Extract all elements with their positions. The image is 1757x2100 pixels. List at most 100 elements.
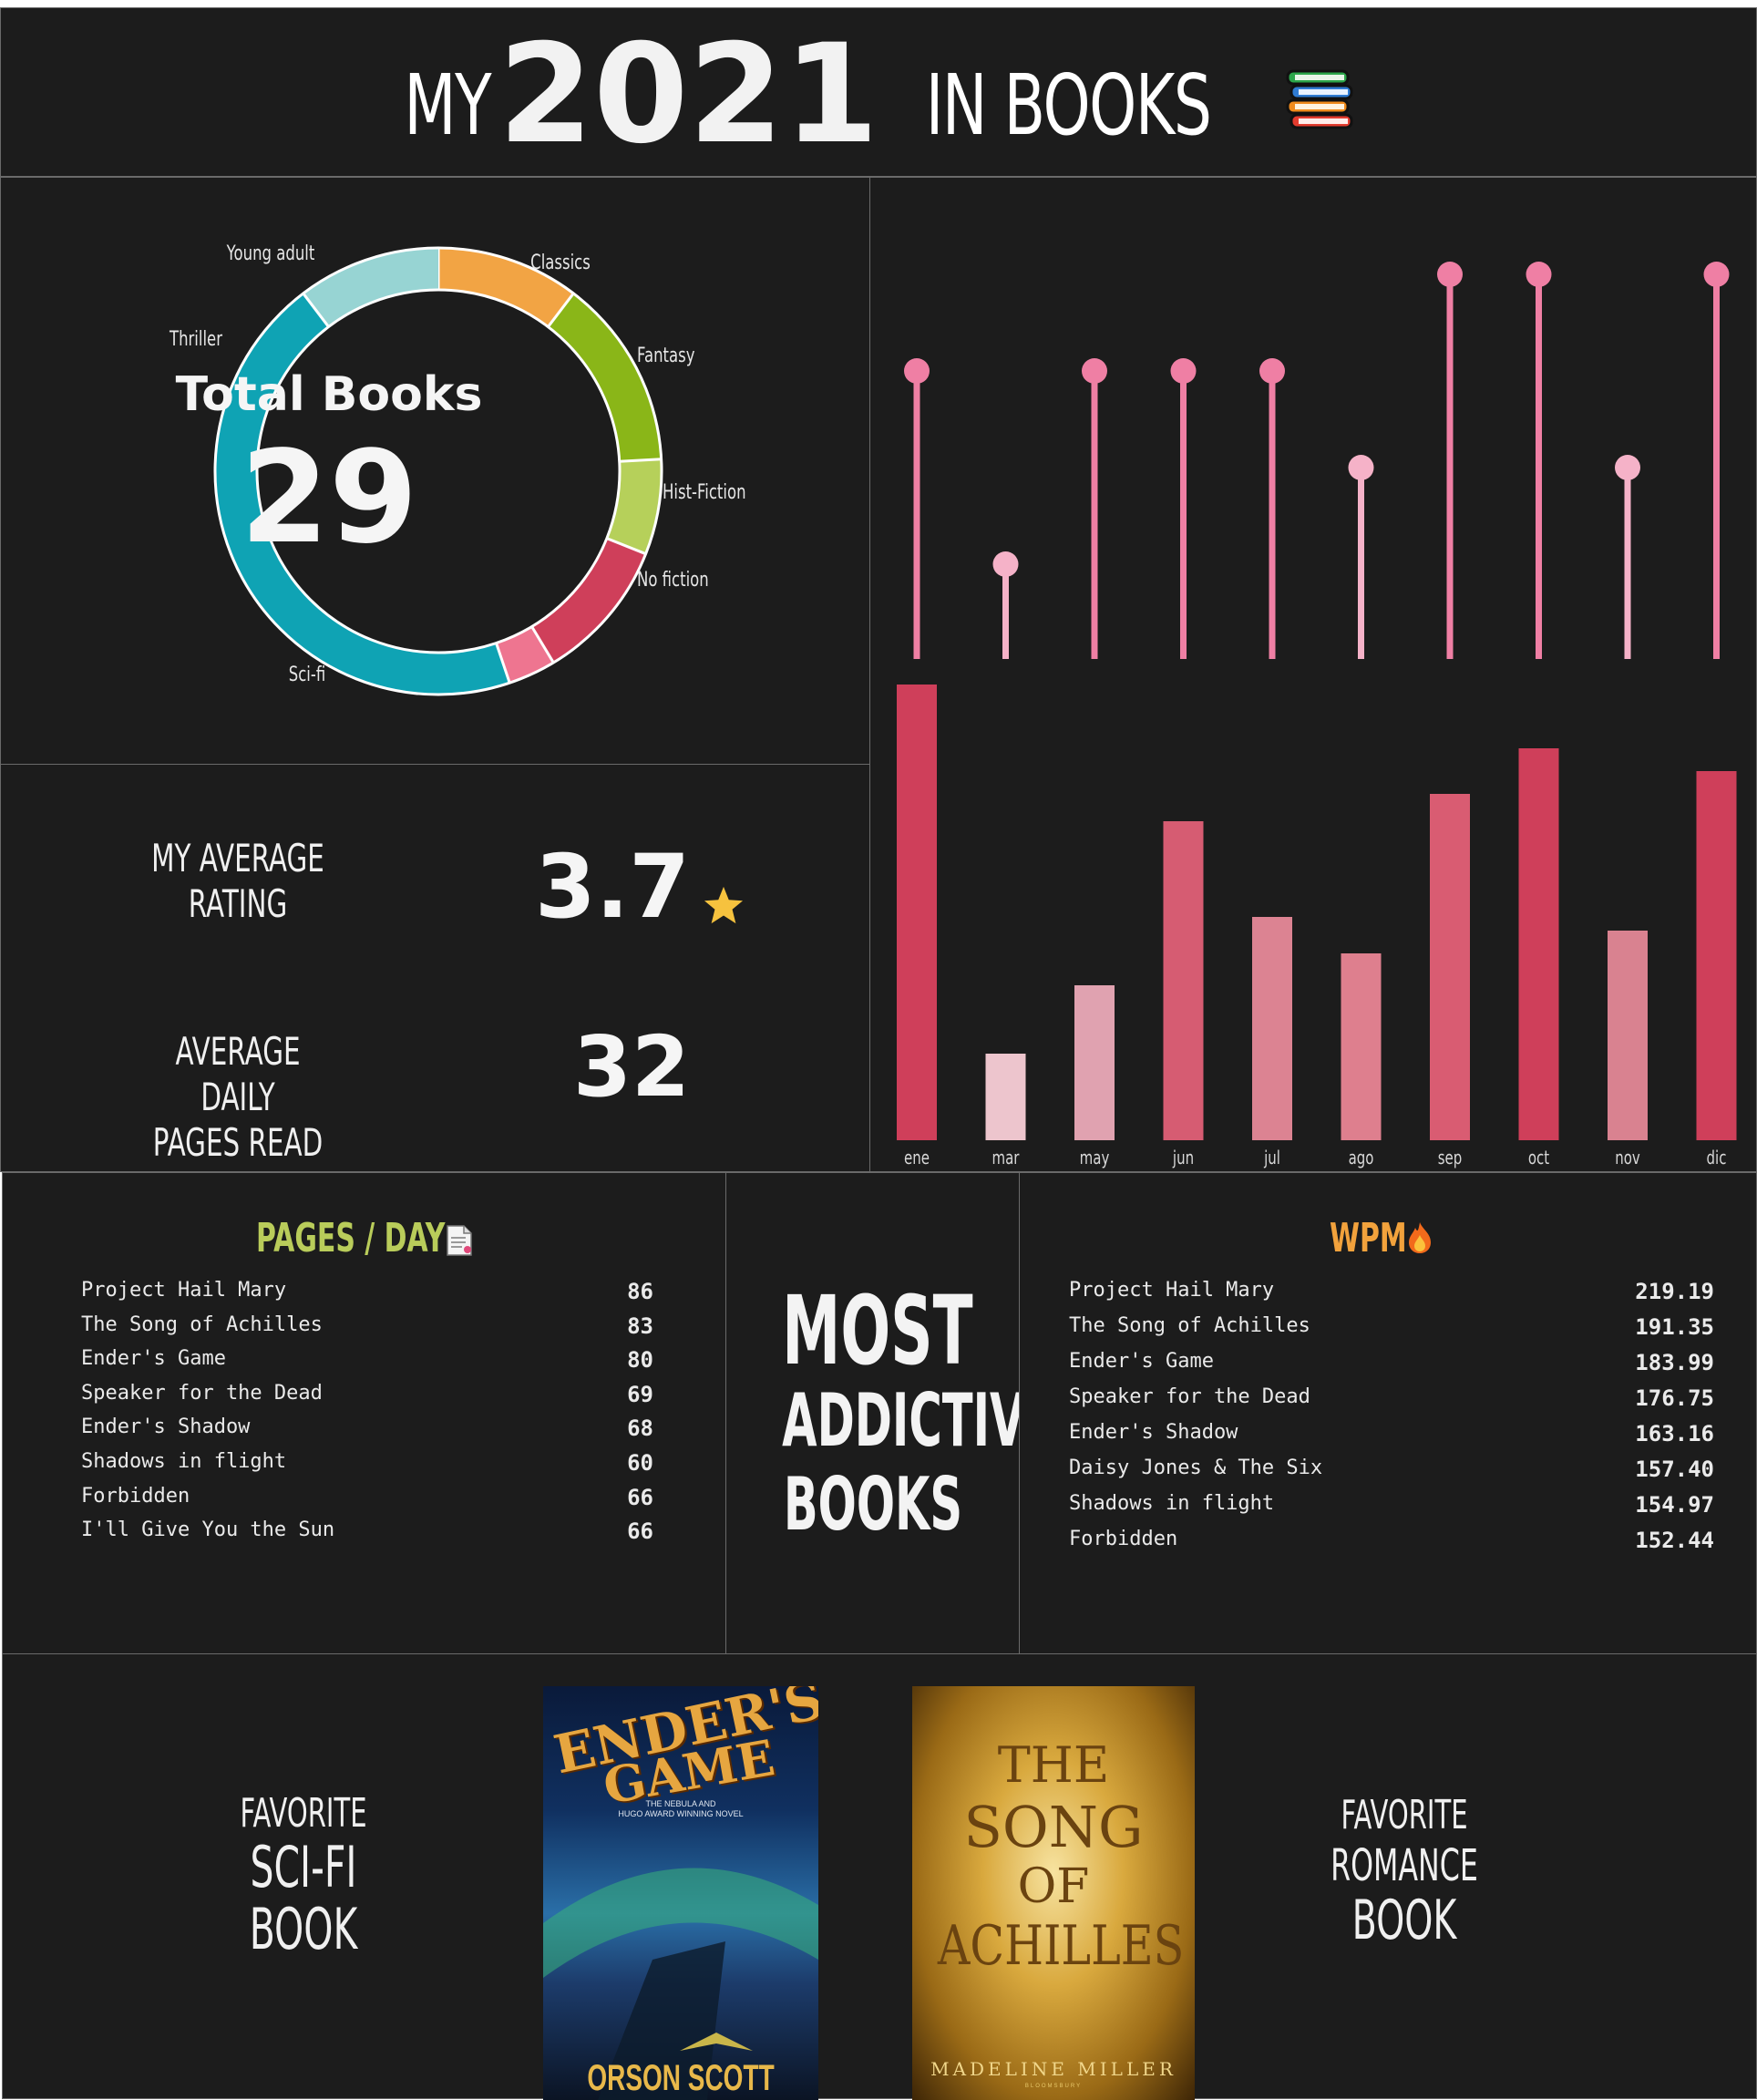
donut-label-fantasy: Fantasy: [637, 344, 694, 367]
song-of-achilles-cover: THE SONG OF ACHILLES MADELINE MILLER BLO…: [912, 1686, 1195, 2100]
pages-per-day-panel: PAGES / DAY Project Hail Mary 86 The Song …: [2, 1172, 727, 1655]
wpm-row: Ender's Shadow 163.16: [1020, 1421, 1756, 1456]
favorite-scifi-label: FAVORITE SCI-FI BOOK: [213, 1791, 394, 1961]
pages-per-day-book-name: The Song of Achilles: [81, 1312, 323, 1336]
cover2-title-4: ACHILLES: [937, 1914, 1185, 1978]
wpm-value: 176.75: [1635, 1385, 1714, 1411]
donut-slice-fantasy: [606, 458, 662, 554]
header-banner: MY 2021 IN BOOKS: [0, 7, 1757, 177]
bar-nov: [1608, 931, 1648, 1140]
pages-per-day-book-name: Ender's Game: [81, 1347, 226, 1371]
pages-per-day-value: 86: [627, 1279, 653, 1304]
wpm-row: Speaker for the Dead 176.75: [1020, 1385, 1756, 1420]
cover1-tagline-1: THE NEBULA AND: [645, 1799, 716, 1808]
wpm-book-name: Speaker for the Dead: [1069, 1385, 1310, 1408]
avg-rating-value: 3.7: [535, 836, 691, 938]
bar-may: [1074, 985, 1115, 1140]
pages-per-day-value: 66: [627, 1484, 653, 1510]
wpm-panel: WPM Project Hail Mary 219.19 The Song of A…: [1019, 1172, 1757, 1655]
donut-label-no-fiction: No fiction: [637, 568, 709, 592]
wpm-book-name: Ender's Shadow: [1069, 1421, 1238, 1444]
favorite-romance-line1: FAVORITE: [1341, 1792, 1468, 1838]
bar-dic: [1696, 771, 1737, 1140]
lollipop-head-oct: [1526, 262, 1552, 287]
pages-per-day-book-name: Speaker for the Dead: [81, 1381, 323, 1405]
lollipop-head-ene: [904, 358, 930, 384]
lollipop-head-jul: [1259, 358, 1285, 384]
x-tick-dic: dic: [1707, 1148, 1727, 1169]
donut-slice-classics: [548, 293, 662, 462]
monthly-chart-panel: ene mar may jun jul ago sep oct nov dic: [869, 177, 1757, 1172]
cover2-title-2: SONG: [963, 1794, 1144, 1860]
wpm-book-name: Daisy Jones & The Six: [1069, 1457, 1323, 1479]
wpm-value: 163.16: [1635, 1421, 1714, 1446]
wpm-value: 152.44: [1635, 1528, 1714, 1553]
avg-pages-label-line1: AVERAGE DAILY: [175, 1029, 301, 1119]
x-tick-may: may: [1080, 1148, 1110, 1169]
x-tick-jun: jun: [1172, 1148, 1194, 1169]
avg-rating-label: MY AVERAGE RATING: [149, 836, 327, 927]
monthly-chart: ene mar may jun jul ago sep oct nov dic: [897, 262, 1737, 1169]
pages-per-day-book-name: Project Hail Mary: [81, 1279, 287, 1302]
x-tick-sep: sep: [1438, 1148, 1463, 1169]
title-year: 2021: [498, 15, 879, 174]
most-addictive-line2: ADDICTIVE: [782, 1378, 1056, 1463]
cover2-author: MADELINE MILLER: [930, 2058, 1176, 2080]
most-addictive-line3: BOOKS: [783, 1462, 963, 1547]
lollipop-head-jun: [1170, 358, 1197, 384]
genre-donut-panel: Young adult Classics Fantasy Hist-Fiction No…: [0, 177, 871, 766]
favorite-scifi-line3: BOOK: [249, 1896, 358, 1962]
most-addictive-heading: MOST ADDICTIVE BOOKS: [726, 1275, 1056, 1547]
bar-jun: [1163, 821, 1204, 1140]
lollipop-head-dic: [1703, 262, 1730, 287]
avg-pages-value: 32: [573, 1018, 691, 1116]
cover1-author: ORSON SCOTT CARD: [587, 2058, 775, 2100]
pages-per-day-book-name: I'll Give You the Sun: [81, 1518, 335, 1542]
pages-per-day-row: I'll Give You the Sun 66: [3, 1518, 726, 1553]
x-tick-oct: oct: [1528, 1148, 1549, 1169]
wpm-book-name: Forbidden: [1069, 1528, 1178, 1550]
favorite-romance-line2: ROMANCE: [1331, 1840, 1478, 1891]
most-addictive-line1: MOST: [782, 1275, 973, 1386]
favorite-scifi-line2: SCI-FI: [250, 1834, 357, 1900]
bar-oct: [1518, 748, 1559, 1140]
star-icon: [703, 885, 745, 930]
most-addictive-panel: MOST ADDICTIVE BOOKS: [725, 1172, 1056, 1655]
cover2-title-1: THE: [997, 1736, 1110, 1794]
favorite-romance-line3: BOOK: [1351, 1889, 1457, 1952]
cover2-publisher: BLOOMSBURY: [1024, 2084, 1083, 2089]
donut-label-thriller: Thriller: [169, 327, 222, 351]
wpm-value: 183.99: [1635, 1350, 1714, 1375]
lollipop-head-nov: [1615, 455, 1640, 480]
cover2-title-3: OF: [1017, 1859, 1090, 1914]
pages-per-day-row: Project Hail Mary 86: [3, 1279, 726, 1313]
cover1-tagline-2: HUGO AWARD WINNING NOVEL: [618, 1809, 744, 1818]
favorites-panel: FAVORITE SCI-FI BOOK ENDER'S GAME THE NE…: [2, 1653, 1757, 2100]
total-books-title: Total Books: [175, 367, 483, 422]
x-tick-nov: nov: [1615, 1148, 1640, 1169]
wpm-row: The Song of Achilles 191.35: [1020, 1314, 1756, 1349]
donut-slice-no-fiction: [495, 626, 554, 684]
x-tick-mar: mar: [992, 1148, 1021, 1169]
wpm-row: Shadows in flight 154.97: [1020, 1492, 1756, 1527]
lollipop-head-mar: [992, 551, 1019, 577]
pages-per-day-value: 66: [627, 1518, 653, 1545]
avg-pages-label: AVERAGE DAILY PAGES READ: [136, 1029, 340, 1166]
donut-label-classics: Classics: [530, 251, 591, 274]
bar-jul: [1252, 917, 1292, 1140]
pages-per-day-book-name: Forbidden: [81, 1484, 190, 1508]
lollipop-head-may: [1082, 358, 1107, 384]
avg-pages-label-line2: PAGES READ: [152, 1120, 324, 1165]
x-tick-jul: jul: [1263, 1148, 1280, 1169]
donut-label-young-adult: Young adult: [226, 242, 315, 265]
pages-per-day-book-name: Ender's Shadow: [81, 1415, 251, 1439]
wpm-row: Daisy Jones & The Six 157.40: [1020, 1457, 1756, 1491]
wpm-value: 154.97: [1635, 1492, 1714, 1518]
bar-ago: [1341, 953, 1382, 1140]
pages-per-day-title: PAGES / DAY: [256, 1215, 446, 1261]
donut-slice-hist-fiction: [531, 538, 646, 663]
pages-per-day-value: 83: [627, 1312, 653, 1339]
pages-per-day-row: Ender's Game 80: [3, 1347, 726, 1382]
total-books-value: 29: [240, 424, 418, 572]
pages-per-day-value: 68: [627, 1415, 653, 1442]
